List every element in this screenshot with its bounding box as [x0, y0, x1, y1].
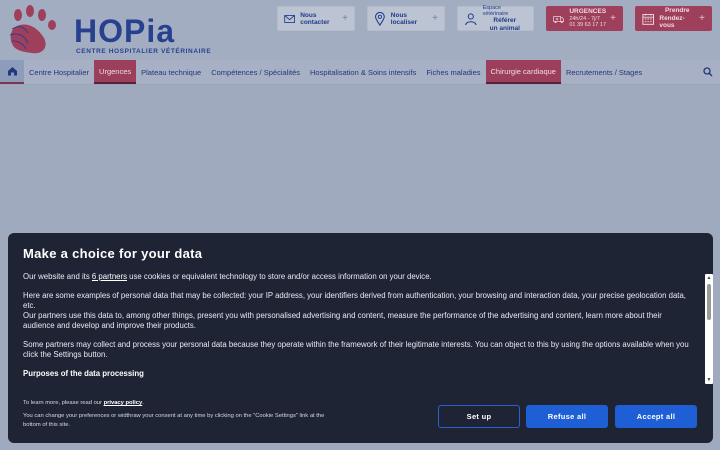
learn-more-text: To learn more, please read our [23, 400, 104, 406]
hopia-logo[interactable]: HOPia CENTRE HOSPITALIER VÉTÉRINAIRE [6, 5, 211, 55]
veterinarian-icon [465, 12, 477, 25]
nav-hospitalisation[interactable]: Hospitalisation & Soins intensifs [305, 60, 421, 84]
emergency-button[interactable]: URGENCES 24h/24 - 7j/7 01 39 63 17 17 + [546, 6, 623, 31]
appointment-button[interactable]: Prendre Rendez-vous + [635, 6, 712, 31]
emergency-phone: 01 39 63 17 17 [569, 22, 607, 29]
plus-icon: + [342, 13, 348, 24]
site-header: HOPia CENTRE HOSPITALIER VÉTÉRINAIRE Nou… [0, 0, 720, 60]
envelope-icon [284, 14, 295, 23]
consent-title: Make a choice for your data [23, 246, 203, 261]
nav-search[interactable] [696, 60, 720, 84]
search-icon [703, 67, 713, 77]
scroll-down-icon[interactable]: ▼ [706, 377, 712, 383]
purposes-heading: Purposes of the data processing [23, 368, 144, 378]
paw-logo-icon [9, 5, 56, 54]
setup-button[interactable]: Set up [438, 405, 520, 428]
locate-button[interactable]: Nous localiser + [367, 6, 445, 31]
consent-intro: Our website and its 6 partners use cooki… [23, 272, 695, 282]
vet-space-line1: Espace vétérinaire [482, 4, 509, 18]
nav-plateau-technique[interactable]: Plateau technique [136, 60, 206, 84]
plus-icon: + [432, 13, 438, 24]
consent-intro-text-after: use cookies or equivalent technology to … [127, 272, 432, 281]
logo-subtitle: CENTRE HOSPITALIER VÉTÉRINAIRE [76, 48, 212, 55]
change-preferences-text: You can change your preferences or width… [23, 413, 325, 428]
scroll-up-icon[interactable]: ▲ [706, 275, 712, 281]
accept-all-button[interactable]: Accept all [615, 405, 697, 428]
vet-space-line3: un animal [489, 24, 520, 32]
period-text: . [142, 400, 144, 406]
main-nav: Centre Hospitalier Urgences Plateau tech… [0, 60, 720, 85]
consent-intro-text: Our website and its [23, 272, 92, 281]
home-icon [7, 67, 17, 76]
calendar-icon [642, 13, 654, 25]
plus-icon: + [610, 13, 616, 24]
ambulance-icon [553, 15, 565, 23]
vet-space-line2: Référer [493, 17, 517, 25]
consent-paragraph-examples: Here are some examples of personal data … [23, 290, 686, 310]
emergency-title: URGENCES [569, 8, 607, 16]
locate-label: Nous localiser [390, 11, 418, 26]
consent-footer-text: To learn more, please read our privacy p… [23, 399, 343, 429]
partners-link[interactable]: 6 partners [92, 272, 127, 281]
map-pin-icon [374, 11, 385, 26]
consent-scroll-area[interactable]: Our website and its 6 partners use cooki… [23, 272, 695, 384]
nav-urgences[interactable]: Urgences [94, 60, 137, 84]
appointment-line1: Prendre [664, 7, 690, 15]
appointment-line2: Rendez-vous [659, 14, 685, 30]
privacy-policy-link[interactable]: privacy policy [104, 400, 143, 406]
plus-icon: + [699, 13, 705, 24]
vet-space-button[interactable]: Espace vétérinaire Référer un animal [457, 4, 534, 32]
consent-scrollbar[interactable]: ▲ ▼ [705, 274, 713, 384]
consent-paragraph-legitimate: Some partners may collect and process yo… [23, 339, 689, 359]
nav-fiches-maladies[interactable]: Fiches maladies [421, 60, 485, 84]
contact-button[interactable]: Nous contacter + [277, 6, 355, 31]
cookie-consent-dialog: Make a choice for your data Our website … [8, 233, 713, 443]
nav-competences[interactable]: Compétences / Spécialités [206, 60, 305, 84]
learn-more-line: To learn more, please read our privacy p… [23, 399, 343, 407]
logo-text: HOPia [74, 13, 176, 49]
contact-label: Nous contacter [300, 11, 330, 26]
nav-recrutements[interactable]: Recrutements / Stages [561, 60, 647, 84]
consent-paragraph-partners: Our partners use this data to, among oth… [23, 310, 662, 330]
scrollbar-thumb[interactable] [707, 284, 711, 320]
refuse-all-button[interactable]: Refuse all [526, 405, 608, 428]
nav-centre-hospitalier[interactable]: Centre Hospitalier [24, 60, 94, 84]
nav-chirurgie-cardiaque[interactable]: Chirurgie cardiaque [485, 60, 561, 84]
nav-home[interactable] [0, 60, 24, 84]
